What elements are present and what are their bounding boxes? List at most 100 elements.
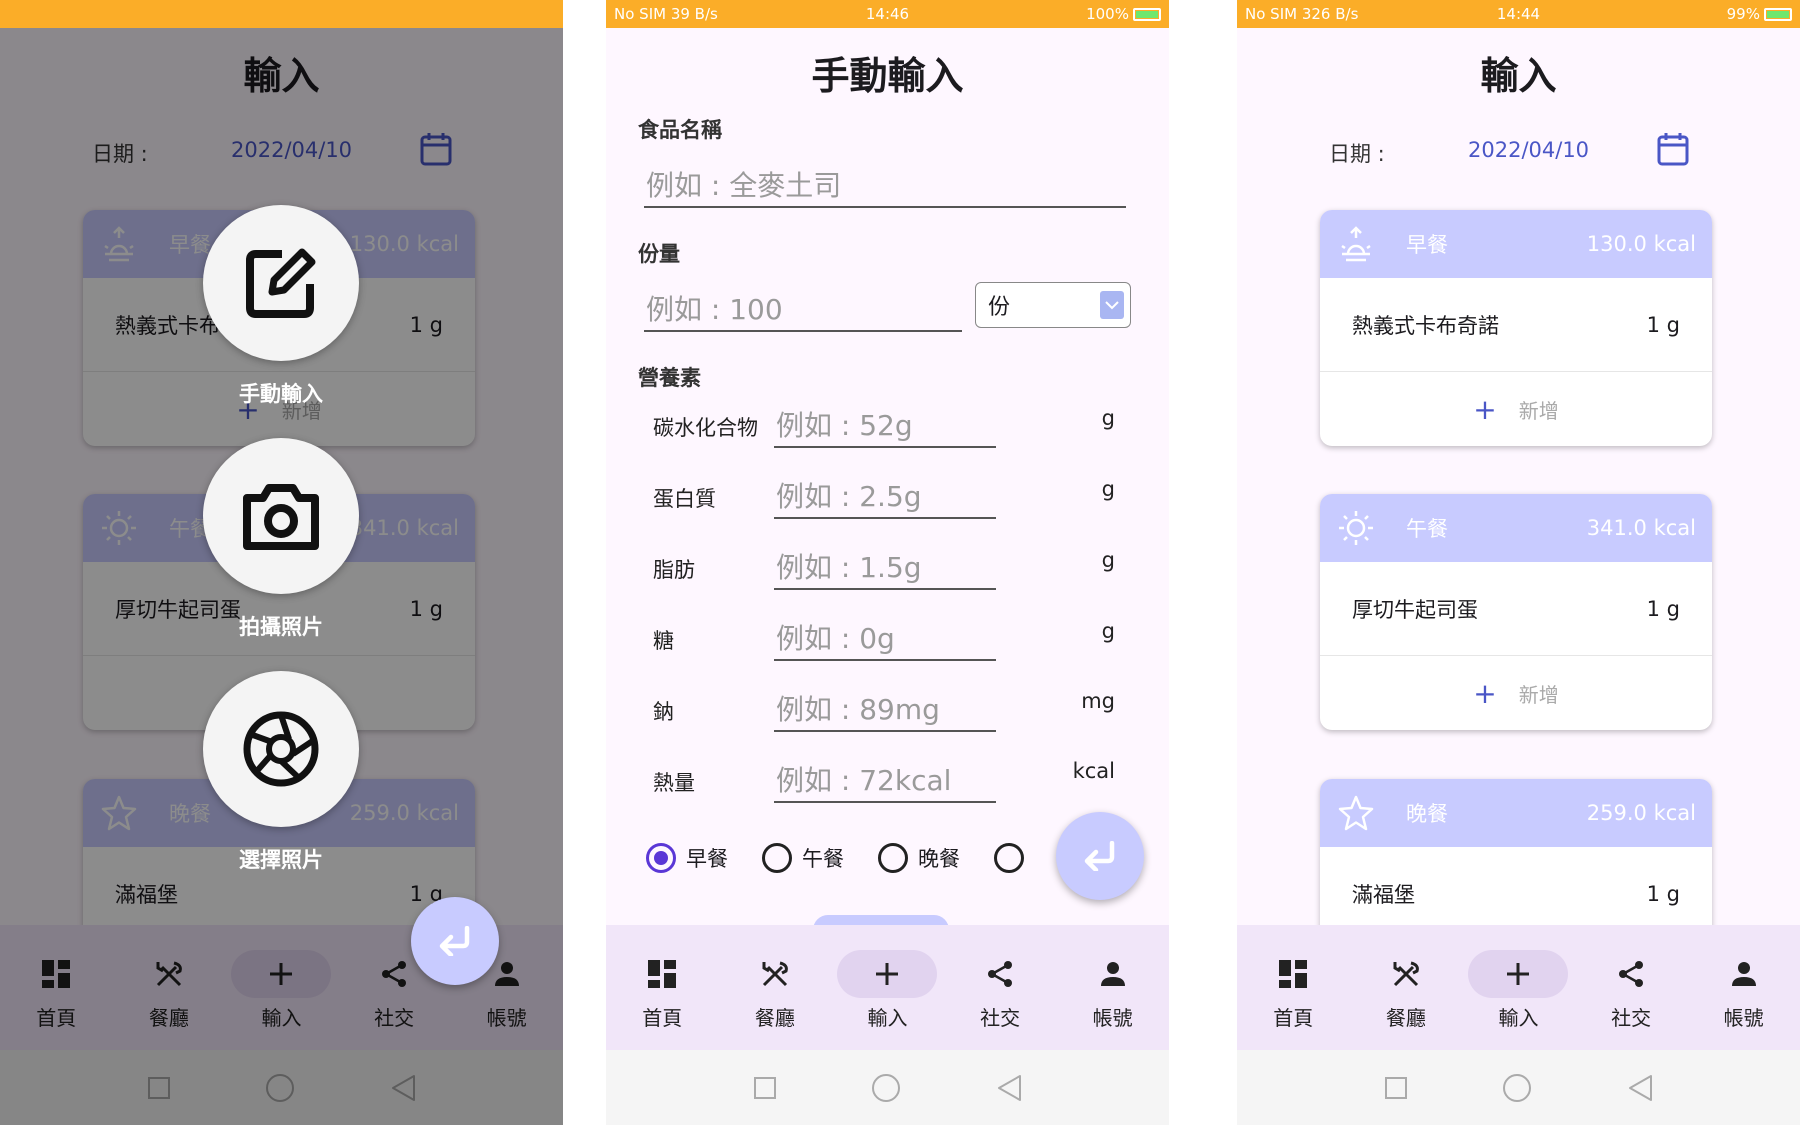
plus-icon (1468, 950, 1569, 998)
nav-item-social[interactable]: 社交 (1575, 925, 1688, 1050)
status-network: No SIM 326 B/s (1245, 5, 1359, 23)
meal-kcal: 259.0 kcal (1586, 801, 1696, 825)
camera-icon (243, 484, 319, 550)
back-icon[interactable] (996, 1074, 1022, 1102)
recents-icon[interactable] (753, 1076, 777, 1100)
radio-indicator (878, 843, 908, 873)
food-qty: 1 g (1646, 312, 1680, 337)
home-icon[interactable] (871, 1073, 901, 1103)
food-name: 滿福堡 (1352, 882, 1415, 907)
sun-icon (1339, 511, 1373, 545)
manual-input-button[interactable] (203, 205, 359, 361)
portion-unit-select[interactable]: 份 (975, 282, 1131, 328)
nav-item-input[interactable]: 輸入 (1462, 925, 1575, 1050)
nutrient-label-protein: 蛋白質 (653, 487, 716, 511)
nav-item-account[interactable]: 帳號 (1687, 925, 1800, 1050)
choose-photo-label: 選擇照片 (239, 848, 323, 872)
radio-breakfast[interactable]: 早餐 (646, 843, 728, 873)
radio-other[interactable] (994, 843, 1034, 873)
radio-label: 晚餐 (918, 847, 960, 871)
portion-input[interactable]: 例如 : 100 (644, 288, 962, 332)
plus-icon: + (1473, 676, 1497, 710)
add-food-button[interactable]: + 新增 (1320, 372, 1712, 446)
food-row[interactable]: 熱義式卡布奇諾 1 g (1320, 278, 1712, 372)
edit-icon (246, 248, 316, 318)
protein-input[interactable]: 例如 : 2.5g (774, 475, 996, 519)
battery-icon (1132, 8, 1161, 21)
nav-label: 餐廳 (1385, 1006, 1426, 1030)
radio-dinner[interactable]: 晚餐 (878, 843, 960, 873)
food-name-input[interactable]: 例如 : 全麥土司 (644, 164, 1126, 208)
system-navigation-bar (1237, 1050, 1800, 1125)
status-battery: 99% (1610, 5, 1792, 23)
sodium-input[interactable]: 例如 : 89mg (774, 688, 996, 732)
back-icon[interactable] (1627, 1074, 1653, 1102)
nav-label: 輸入 (867, 1006, 908, 1030)
share-icon (1581, 950, 1681, 998)
meal-card-lunch: 午餐 341.0 kcal 厚切牛起司蛋 1 g + 新增 (1320, 494, 1712, 730)
nav-item-restaurant[interactable]: 餐廳 (719, 925, 832, 1050)
date-label: 日期 : (1329, 142, 1385, 166)
person-icon (1694, 950, 1794, 998)
fat-input[interactable]: 例如 : 1.5g (774, 546, 996, 590)
star-icon (1338, 795, 1374, 831)
nav-item-input[interactable]: 輸入 (831, 925, 944, 1050)
person-icon (1063, 950, 1163, 998)
meal-radio-group: 早餐 午餐 晚餐 (646, 843, 1068, 873)
plus-icon (837, 950, 938, 998)
share-icon (950, 950, 1050, 998)
nav-label: 首頁 (642, 1006, 683, 1030)
nutrients-label: 營養素 (638, 366, 701, 390)
meal-name: 早餐 (1406, 233, 1448, 257)
meal-card-header: 午餐 341.0 kcal (1320, 494, 1712, 562)
nav-label: 帳號 (1723, 1006, 1764, 1030)
nav-item-home[interactable]: 首頁 (1237, 925, 1350, 1050)
add-food-button[interactable]: + 新增 (1320, 656, 1712, 730)
nav-item-social[interactable]: 社交 (944, 925, 1057, 1050)
take-photo-button[interactable] (203, 438, 359, 594)
nav-label: 社交 (1611, 1006, 1652, 1030)
dashboard-icon (1243, 950, 1343, 998)
carbs-input[interactable]: 例如 : 52g (774, 404, 996, 448)
food-row[interactable]: 厚切牛起司蛋 1 g (1320, 562, 1712, 656)
status-bar: No SIM 39 B/s 14:46 100% (606, 0, 1169, 28)
status-time: 14:44 (1496, 5, 1541, 23)
page-title: 輸入 (1480, 54, 1557, 98)
nav-item-home[interactable]: 首頁 (606, 925, 719, 1050)
phone-screen-fab-menu: 輸入 日期 : 2022/04/10 早餐 130.0 kcal 熱義式卡布奇諾… (0, 0, 563, 1125)
recents-icon[interactable] (1384, 1076, 1408, 1100)
radio-label: 早餐 (686, 847, 728, 871)
fab-enter-button[interactable] (411, 897, 499, 985)
choose-photo-button[interactable] (203, 671, 359, 827)
radio-indicator (762, 843, 792, 873)
return-icon (1084, 841, 1115, 871)
nutrient-label-sodium: 鈉 (653, 700, 674, 724)
portion-unit-value: 份 (988, 295, 1011, 320)
dashboard-icon (612, 950, 712, 998)
date-value[interactable]: 2022/04/10 (1468, 138, 1589, 162)
meal-kcal: 341.0 kcal (1586, 516, 1696, 540)
nav-label: 社交 (980, 1006, 1021, 1030)
fab-enter-button[interactable] (1056, 812, 1144, 900)
nutrient-label-calories: 熱量 (653, 771, 695, 795)
calendar-icon[interactable] (1657, 132, 1689, 166)
sugar-input[interactable]: 例如 : 0g (774, 617, 996, 661)
radio-lunch[interactable]: 午餐 (762, 843, 844, 873)
aperture-icon (243, 711, 319, 787)
status-time: 14:46 (865, 5, 910, 23)
nutrient-label-carbs: 碳水化合物 (653, 416, 758, 440)
plus-icon: + (1473, 392, 1497, 426)
food-name-label: 食品名稱 (638, 118, 722, 142)
portion-label: 份量 (638, 242, 680, 266)
nav-label: 帳號 (1092, 1006, 1133, 1030)
calories-input[interactable]: 例如 : 72kcal (774, 759, 996, 803)
radio-indicator (646, 843, 676, 873)
nutrient-unit: g (1101, 619, 1115, 643)
home-icon[interactable] (1502, 1073, 1532, 1103)
meal-card-header: 早餐 130.0 kcal (1320, 210, 1712, 278)
nav-item-account[interactable]: 帳號 (1056, 925, 1169, 1050)
status-bar (0, 0, 563, 28)
nav-item-restaurant[interactable]: 餐廳 (1350, 925, 1463, 1050)
status-bar: No SIM 326 B/s 14:44 99% (1237, 0, 1800, 28)
manual-input-label: 手動輸入 (239, 382, 323, 406)
